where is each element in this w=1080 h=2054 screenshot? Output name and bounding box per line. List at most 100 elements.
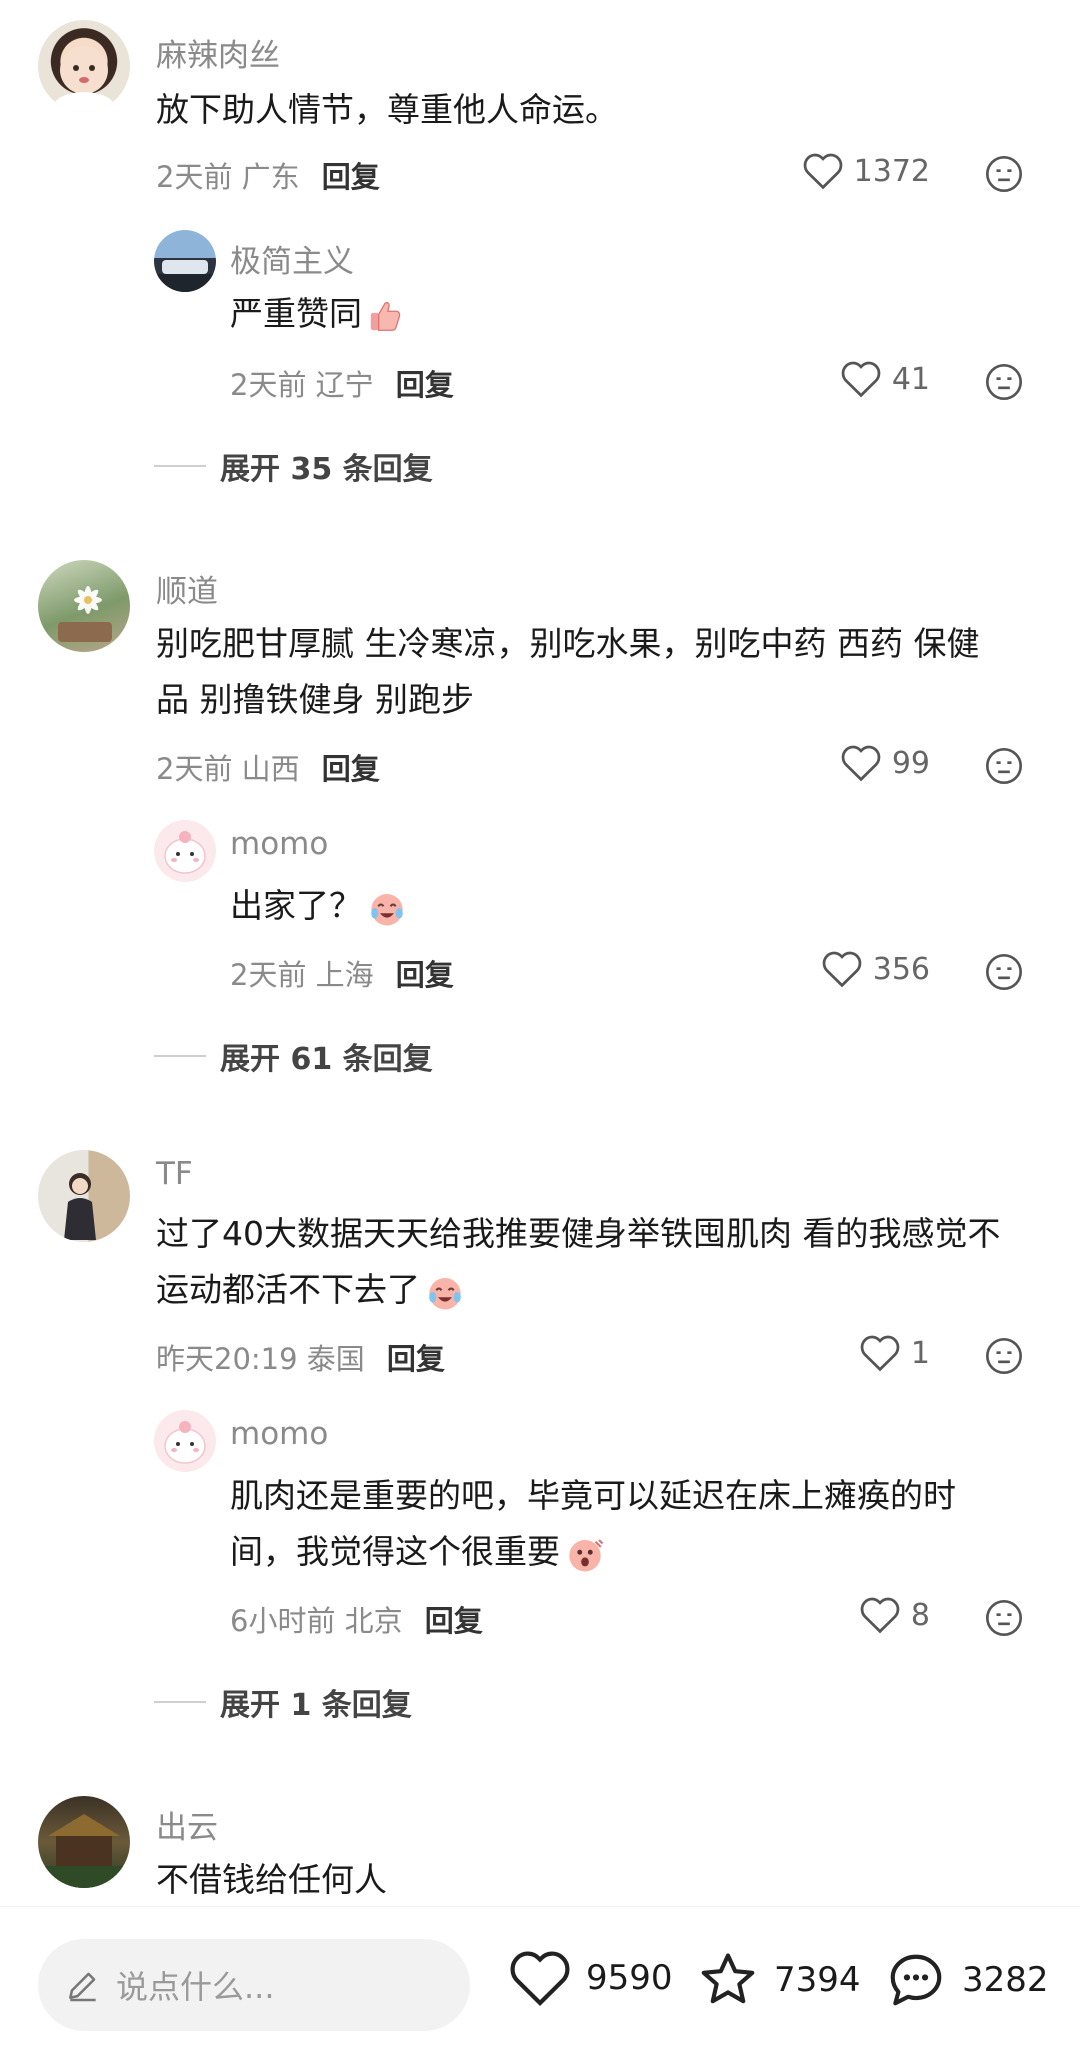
reply-username[interactable]: momo: [230, 1416, 328, 1452]
reply-text: 出家了？: [230, 878, 408, 934]
crying-laughing-emoji-icon: [429, 1277, 461, 1309]
heart-outline-icon: [860, 1335, 900, 1372]
comment-meta: 2天前 广东 回复: [156, 154, 380, 196]
favorite-post-button[interactable]: 7394: [696, 1949, 861, 2011]
like-button[interactable]: 1372: [710, 152, 930, 190]
neutral-face-icon[interactable]: [984, 952, 1024, 992]
reply-text-content: 间，我觉得这个很重要: [230, 1532, 560, 1571]
like-count: 1372: [853, 153, 930, 189]
heart-outline-icon: [822, 951, 862, 988]
like-count: 356: [872, 951, 930, 987]
reply-button[interactable]: 回复: [396, 362, 454, 404]
expand-replies-label: 展开 35 条回复: [220, 452, 433, 487]
expand-replies-button[interactable]: 展开 61 条回复: [154, 1034, 433, 1078]
neutral-face-icon[interactable]: [984, 746, 1024, 786]
avatar-image: [64, 1173, 96, 1240]
reply-button[interactable]: 回复: [322, 154, 380, 196]
reply-text-content: 严重赞同: [230, 294, 362, 333]
comment-text: 放下助人情节，尊重他人命运。: [156, 90, 618, 129]
reply-button[interactable]: 回复: [425, 1598, 483, 1640]
avatar[interactable]: [38, 1796, 130, 1888]
comment-location: 广东: [241, 160, 300, 194]
pencil-icon: [69, 1972, 96, 2002]
heart-outline-icon: [860, 1597, 900, 1634]
like-button[interactable]: 1: [710, 1334, 930, 1372]
avatar-image: [154, 260, 216, 292]
reply-username[interactable]: 极简主义: [230, 236, 354, 281]
expand-replies-button[interactable]: 展开 35 条回复: [154, 444, 433, 488]
reply-location: 上海: [315, 958, 374, 992]
expand-replies-label: 展开 61 条回复: [220, 1042, 433, 1077]
chat-bubble-icon: [890, 1954, 942, 2006]
star-outline-icon: [701, 1953, 755, 2004]
comment-time: 2天前: [156, 160, 233, 194]
comment-input-placeholder: 说点什么...: [116, 1968, 275, 2006]
avatar[interactable]: [38, 1150, 130, 1242]
post-favorite-count: 7394: [774, 1960, 861, 2000]
heart-outline-icon: [510, 1951, 570, 2007]
like-button[interactable]: 356: [710, 950, 930, 988]
comment-text-content: 运动都活不下去了: [156, 1270, 420, 1309]
thumbs-up-emoji-icon: [370, 301, 401, 331]
like-button[interactable]: 8: [710, 1596, 930, 1634]
reply-meta: 2天前 辽宁 回复: [230, 362, 454, 404]
comment-meta: 昨天20:19 泰国 回复: [156, 1336, 445, 1378]
reply-time: 6小时前: [230, 1604, 336, 1638]
comment-username[interactable]: 麻辣肉丝: [156, 30, 280, 75]
avatar-image: [164, 831, 206, 874]
reply-button[interactable]: 回复: [322, 746, 380, 788]
avatar-image: [54, 46, 114, 112]
reply-meta: 6小时前 北京 回复: [230, 1598, 483, 1640]
neutral-face-icon[interactable]: [984, 1336, 1024, 1376]
like-count: 8: [910, 1597, 930, 1633]
heart-outline-icon: [803, 153, 842, 190]
comment-time: 2天前: [156, 752, 233, 786]
divider-line: [154, 465, 206, 467]
comment-username[interactable]: 顺道: [156, 566, 218, 611]
avatar[interactable]: [38, 20, 130, 112]
divider-line: [154, 1055, 206, 1057]
like-count: 41: [891, 361, 930, 397]
avatar[interactable]: [154, 1410, 216, 1472]
like-count: 1: [910, 1335, 930, 1371]
reply-location: 北京: [344, 1604, 403, 1638]
avatar-image: [38, 1814, 130, 1888]
reply-location: 辽宁: [315, 368, 374, 402]
expand-replies-button[interactable]: 展开 1 条回复: [154, 1680, 412, 1724]
avatar-image: [164, 1421, 206, 1464]
comment-time: 昨天20:19: [156, 1342, 298, 1376]
comments-post-button[interactable]: 3282: [884, 1949, 1049, 2011]
reply-text: 严重赞同: [230, 286, 404, 342]
avatar[interactable]: [154, 820, 216, 882]
comment-username[interactable]: 出云: [156, 1802, 218, 1847]
bottom-action-bar: 说点什么... 9590 7394 3282: [0, 1906, 1080, 2054]
reply-text-content: 出家了？: [230, 886, 362, 925]
comment-location: 山西: [241, 752, 300, 786]
like-button[interactable]: 41: [710, 360, 930, 398]
like-button[interactable]: 99: [710, 744, 930, 782]
post-comment-count: 3282: [962, 1960, 1049, 2000]
reply-button[interactable]: 回复: [396, 952, 454, 994]
divider-line: [154, 1701, 206, 1703]
neutral-face-icon[interactable]: [984, 154, 1024, 194]
reply-text-line: 肌肉还是重要的吧，毕竟可以延迟在床上瘫痪的时: [230, 1476, 956, 1515]
neutral-face-icon[interactable]: [984, 362, 1024, 402]
avatar-image: [58, 586, 112, 642]
heart-outline-icon: [841, 745, 881, 782]
neutral-face-icon[interactable]: [984, 1598, 1024, 1638]
like-post-button[interactable]: 9590: [508, 1949, 673, 2007]
reply-username[interactable]: momo: [230, 826, 328, 862]
avatar[interactable]: [154, 230, 216, 292]
avatar[interactable]: [38, 560, 130, 652]
comment-text-line: 别吃肥甘厚腻 生冷寒凉，别吃水果，别吃中药 西药 保健: [156, 624, 980, 663]
like-count: 99: [891, 745, 930, 781]
heart-outline-icon: [841, 361, 881, 398]
reply-button[interactable]: 回复: [387, 1336, 445, 1378]
reply-meta: 2天前 上海 回复: [230, 952, 454, 994]
comment-meta: 2天前 山西 回复: [156, 746, 380, 788]
crying-laughing-emoji-icon: [371, 893, 403, 925]
comment-input[interactable]: 说点什么...: [38, 1939, 470, 2031]
expand-replies-label: 展开 1 条回复: [220, 1688, 412, 1723]
comment-text-line: 过了40大数据天天给我推要健身举铁囤肌肉 看的我感觉不: [156, 1214, 1001, 1253]
comment-username[interactable]: TF: [156, 1156, 193, 1192]
